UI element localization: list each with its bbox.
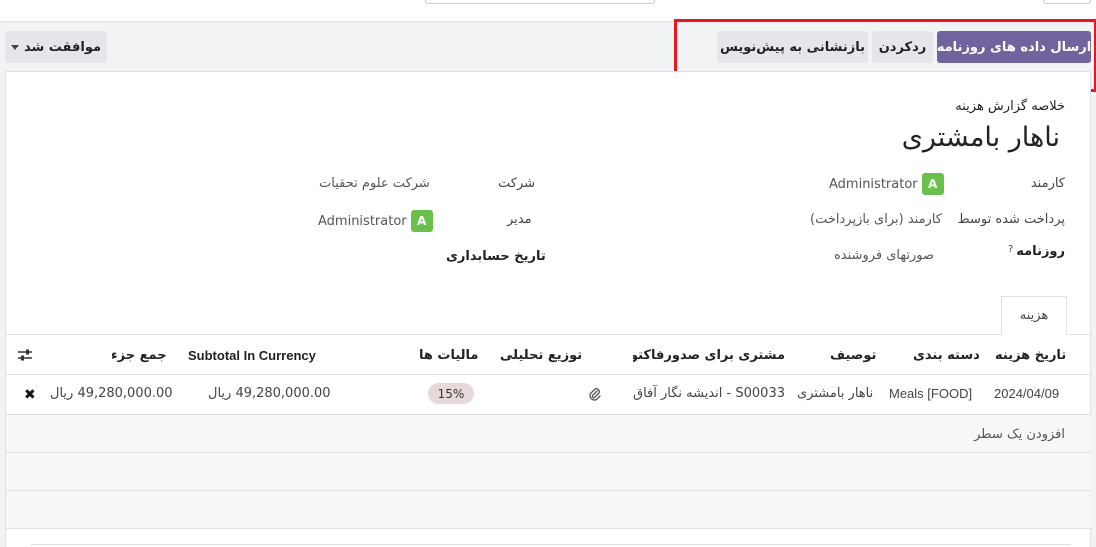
employee-label: کارمند — [1030, 176, 1065, 191]
col-header-description[interactable]: توصیف — [830, 348, 876, 363]
col-header-subtotal-currency[interactable]: Subtotal In Currency — [188, 348, 316, 363]
approved-status-button[interactable]: موافقت شد — [5, 31, 107, 63]
avatar: A — [410, 210, 433, 232]
tab-expense[interactable]: هزینه — [1001, 296, 1067, 335]
cell-date[interactable]: 2024/04/09 — [994, 386, 1059, 401]
header-divider — [6, 374, 1092, 375]
row-divider — [6, 528, 1092, 529]
journal-label-group: روزنامه ? — [1008, 244, 1065, 259]
empty-row — [6, 491, 1092, 528]
cell-category[interactable]: Meals [FOOD] — [889, 386, 972, 401]
bottom-divider — [31, 544, 1071, 545]
caret-down-icon — [10, 44, 19, 50]
manager-label: مدیر — [507, 212, 532, 227]
send-journal-button[interactable]: ارسال داده های روزنامه — [937, 31, 1091, 63]
cell-description[interactable]: ناهار بامشتری — [797, 386, 873, 401]
approved-status-label: موافقت شد — [23, 39, 102, 55]
help-icon[interactable]: ? — [1008, 244, 1013, 259]
col-header-date[interactable]: تاریخ هزینه — [995, 348, 1066, 363]
avatar: A — [921, 173, 944, 195]
tab-divider — [6, 334, 1092, 335]
col-header-taxes[interactable]: مالیات ها — [419, 348, 478, 363]
refuse-button[interactable]: ردکردن — [872, 31, 933, 63]
company-value[interactable]: شرکت علوم تحقیات — [319, 176, 430, 191]
control-panel: ارسال داده های روزنامه ردکردن بازنشانی ب… — [0, 22, 1096, 70]
col-header-category[interactable]: دسته بندی — [913, 348, 980, 363]
company-label: شرکت — [498, 176, 536, 191]
close-icon[interactable]: ✖ — [24, 387, 36, 403]
sliders-icon[interactable] — [17, 348, 33, 366]
employee-field[interactable]: Administrator A — [829, 173, 944, 195]
top-breadcrumb-strip — [0, 0, 1096, 22]
reset-to-draft-button[interactable]: بازنشانی به پیش‌نویس — [717, 31, 868, 63]
pager-fragment — [1043, 0, 1091, 4]
col-header-customer[interactable]: مشتری برای صدورفاکتور... — [633, 348, 785, 363]
cell-subtotal-currency: 49,280,000.00 ریال — [208, 386, 331, 401]
empty-row — [6, 453, 1092, 490]
cell-customer[interactable]: S00033 - اندیشه نگار آفاق — [633, 386, 785, 401]
cell-subtotal: 49,280,000.00 ریال — [50, 386, 173, 401]
add-line-link[interactable]: افزودن یک سطر — [974, 427, 1065, 442]
journal-label: روزنامه — [1016, 244, 1065, 259]
col-header-subtotal[interactable]: جمع جزء — [111, 348, 167, 363]
paid-by-value[interactable]: کارمند (برای بازپرداخت) — [810, 212, 942, 227]
page-title: ناهار بامشتری — [901, 122, 1060, 153]
tax-badge[interactable]: 15% — [428, 383, 474, 404]
form-sheet: خلاصه گزارش هزینه ناهار بامشتری کارمند A… — [5, 71, 1092, 547]
tab-expense-label: هزینه — [1019, 308, 1049, 323]
journal-value[interactable]: صورتهای فروشنده — [834, 248, 934, 263]
manager-value: Administrator — [318, 213, 407, 229]
paid-by-label: پرداخت شده توسط — [957, 212, 1065, 227]
sheet-subtitle: خلاصه گزارش هزینه — [955, 99, 1065, 114]
col-header-analytic[interactable]: توزیع تحلیلی — [500, 348, 582, 363]
accounting-date-label: تاریخ حسابداری — [446, 249, 546, 264]
manager-field[interactable]: Administrator A — [318, 210, 433, 232]
add-line-row[interactable] — [6, 415, 1092, 452]
search-bar-fragment — [425, 0, 655, 4]
paperclip-icon[interactable] — [587, 386, 601, 405]
employee-value: Administrator — [829, 176, 918, 192]
